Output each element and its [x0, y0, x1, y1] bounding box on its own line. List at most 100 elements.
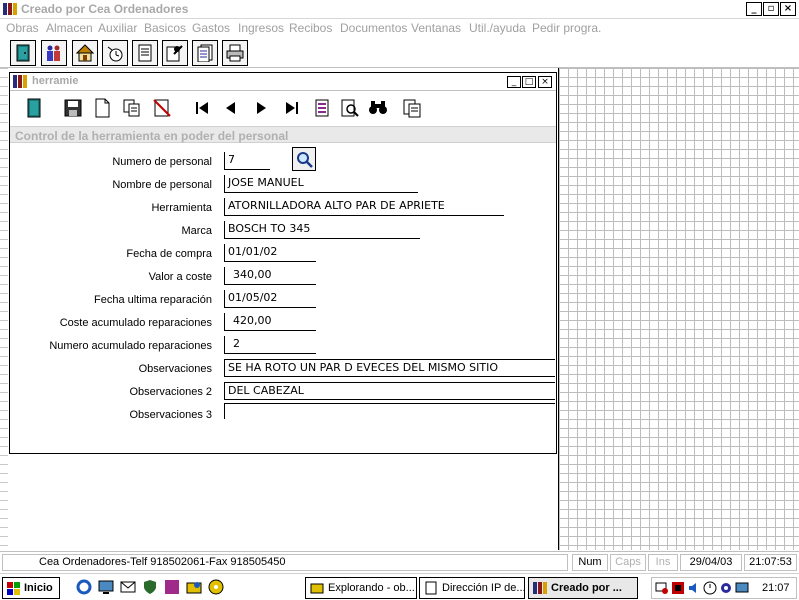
observaciones-3-field[interactable]	[224, 403, 555, 419]
door-button[interactable]	[10, 40, 36, 66]
search-button[interactable]	[366, 96, 390, 120]
status-date: 29/04/03	[680, 554, 742, 571]
desktop-icon[interactable]	[98, 579, 114, 595]
last-record-button[interactable]	[280, 96, 304, 120]
marca-field[interactable]: BOSCH TO 345	[224, 221, 420, 239]
system-tray: 21:07	[651, 577, 797, 599]
herramienta-field[interactable]: ATORNILLADORA ALTO PAR DE APRIETE	[224, 198, 504, 216]
edit-icon	[166, 45, 183, 62]
left-margin	[0, 68, 8, 550]
fecha-ultima-reparacion-field[interactable]: 01/05/02	[224, 290, 316, 308]
label-observaciones-3: Observaciones 3	[129, 409, 212, 421]
main-toolbar	[0, 38, 799, 68]
child-maximize-button[interactable]: □	[522, 76, 536, 88]
coste-acumulado-field[interactable]: 420,00	[224, 313, 316, 331]
explorer-icon[interactable]	[186, 579, 202, 595]
people-icon	[47, 45, 60, 61]
taskbar: Inicio Explorando - ob... Dirección IP d…	[0, 573, 799, 600]
tray-network-icon[interactable]	[655, 581, 669, 595]
printer-icon	[226, 44, 244, 62]
timer-button[interactable]	[102, 40, 128, 66]
list-icon	[197, 44, 213, 62]
report-button[interactable]	[310, 96, 334, 120]
menu-ventanas[interactable]: Ventanas	[411, 21, 461, 35]
numero-acumulado-field[interactable]: 2	[224, 336, 316, 354]
numero-personal-field[interactable]: 7	[224, 152, 270, 170]
menu-recibos[interactable]: Recibos	[289, 21, 332, 35]
label-herramienta: Herramienta	[151, 202, 212, 214]
print-preview-icon	[341, 99, 359, 117]
start-button[interactable]: Inicio	[2, 577, 60, 599]
observaciones-2-field[interactable]: DEL CABEZAL	[224, 382, 555, 400]
app-icon	[3, 3, 17, 15]
menu-util-ayuda[interactable]: Util./ayuda	[469, 21, 526, 35]
windows-logo-icon	[7, 582, 20, 595]
edit-person-button[interactable]	[162, 40, 188, 66]
report-icon	[315, 99, 329, 117]
task-explorando[interactable]: Explorando - ob...	[305, 577, 417, 599]
quick-launch	[76, 579, 236, 597]
internet-explorer-icon[interactable]	[76, 579, 92, 595]
shield-icon[interactable]	[142, 579, 158, 595]
document-icon	[138, 44, 152, 62]
background-grid	[558, 68, 799, 550]
title-bar: Creado por Cea Ordenadores _ ▫ ×	[0, 0, 799, 19]
document-icon	[425, 581, 437, 595]
list-button[interactable]	[192, 40, 218, 66]
tray-monitor-icon[interactable]	[735, 581, 749, 595]
observaciones-field[interactable]: SE HA ROTO UN PAR D EVECES DEL MISMO SIT…	[224, 359, 555, 377]
minimize-button[interactable]: _	[746, 2, 762, 16]
menu-gastos[interactable]: Gastos	[192, 21, 230, 35]
next-record-button[interactable]	[250, 96, 274, 120]
menu-pedir-progra[interactable]: Pedir progra.	[532, 21, 601, 35]
restore-button[interactable]: ▫	[763, 2, 779, 16]
tray-clock: 21:07	[762, 582, 790, 594]
print-preview-button[interactable]	[338, 96, 362, 120]
tray-clock-icon[interactable]	[703, 581, 717, 595]
status-company: Cea Ordenadores-Telf 918502061-Fax 91850…	[2, 554, 568, 571]
status-caps: Caps	[610, 554, 646, 571]
house-button[interactable]	[72, 40, 98, 66]
tray-settings-icon[interactable]	[719, 581, 733, 595]
menu-documentos[interactable]: Documentos	[340, 21, 407, 35]
menu-basicos[interactable]: Basicos	[144, 21, 186, 35]
last-icon	[286, 102, 298, 114]
media-icon[interactable]	[208, 579, 224, 595]
herramie-window: herramie _ □ × Control de la herramienta…	[9, 72, 557, 454]
lookup-button[interactable]	[292, 147, 316, 171]
task-direccion-ip-label: Dirección IP de...	[442, 582, 525, 594]
app-icon	[533, 582, 547, 594]
magnifier-icon	[297, 152, 313, 168]
menu-obras[interactable]: Obras	[6, 21, 39, 35]
label-fecha-ultima-reparacion: Fecha ultima reparación	[93, 294, 212, 306]
label-fecha-compra: Fecha de compra	[126, 248, 212, 260]
house-icon	[76, 44, 94, 62]
window-title: Creado por Cea Ordenadores	[21, 2, 189, 16]
fecha-compra-field[interactable]: 01/01/02	[224, 244, 316, 262]
menu-auxiliar[interactable]: Auxiliar	[98, 21, 137, 35]
tray-antivirus-icon[interactable]	[671, 581, 685, 595]
task-direccion-ip[interactable]: Dirección IP de...	[419, 577, 525, 599]
print-button[interactable]	[222, 40, 248, 66]
previous-record-button[interactable]	[218, 96, 242, 120]
valor-coste-field[interactable]: 340,00	[224, 267, 316, 285]
close-button[interactable]: ×	[780, 2, 796, 16]
nombre-personal-field[interactable]: JOSE MANUEL	[224, 175, 418, 193]
child-close-button[interactable]: ×	[538, 76, 552, 88]
next-icon	[257, 102, 266, 114]
child-minimize-button[interactable]: _	[507, 76, 521, 88]
export-button[interactable]	[400, 96, 424, 120]
document-button[interactable]	[132, 40, 158, 66]
outlook-icon[interactable]	[120, 579, 136, 595]
status-time: 21:07:53	[744, 554, 797, 571]
label-valor-coste: Valor a coste	[148, 271, 212, 283]
app-shortcut-icon[interactable]	[164, 579, 180, 595]
label-nombre-personal: Nombre de personal	[112, 179, 212, 191]
tray-volume-icon[interactable]	[687, 581, 701, 595]
menu-almacen[interactable]: Almacen	[46, 21, 93, 35]
status-num: Num	[572, 554, 608, 571]
menu-ingresos[interactable]: Ingresos	[238, 21, 284, 35]
label-observaciones-2: Observaciones 2	[129, 386, 212, 398]
people-button[interactable]	[41, 40, 67, 66]
task-creado-por[interactable]: Creado por ...	[528, 577, 638, 599]
